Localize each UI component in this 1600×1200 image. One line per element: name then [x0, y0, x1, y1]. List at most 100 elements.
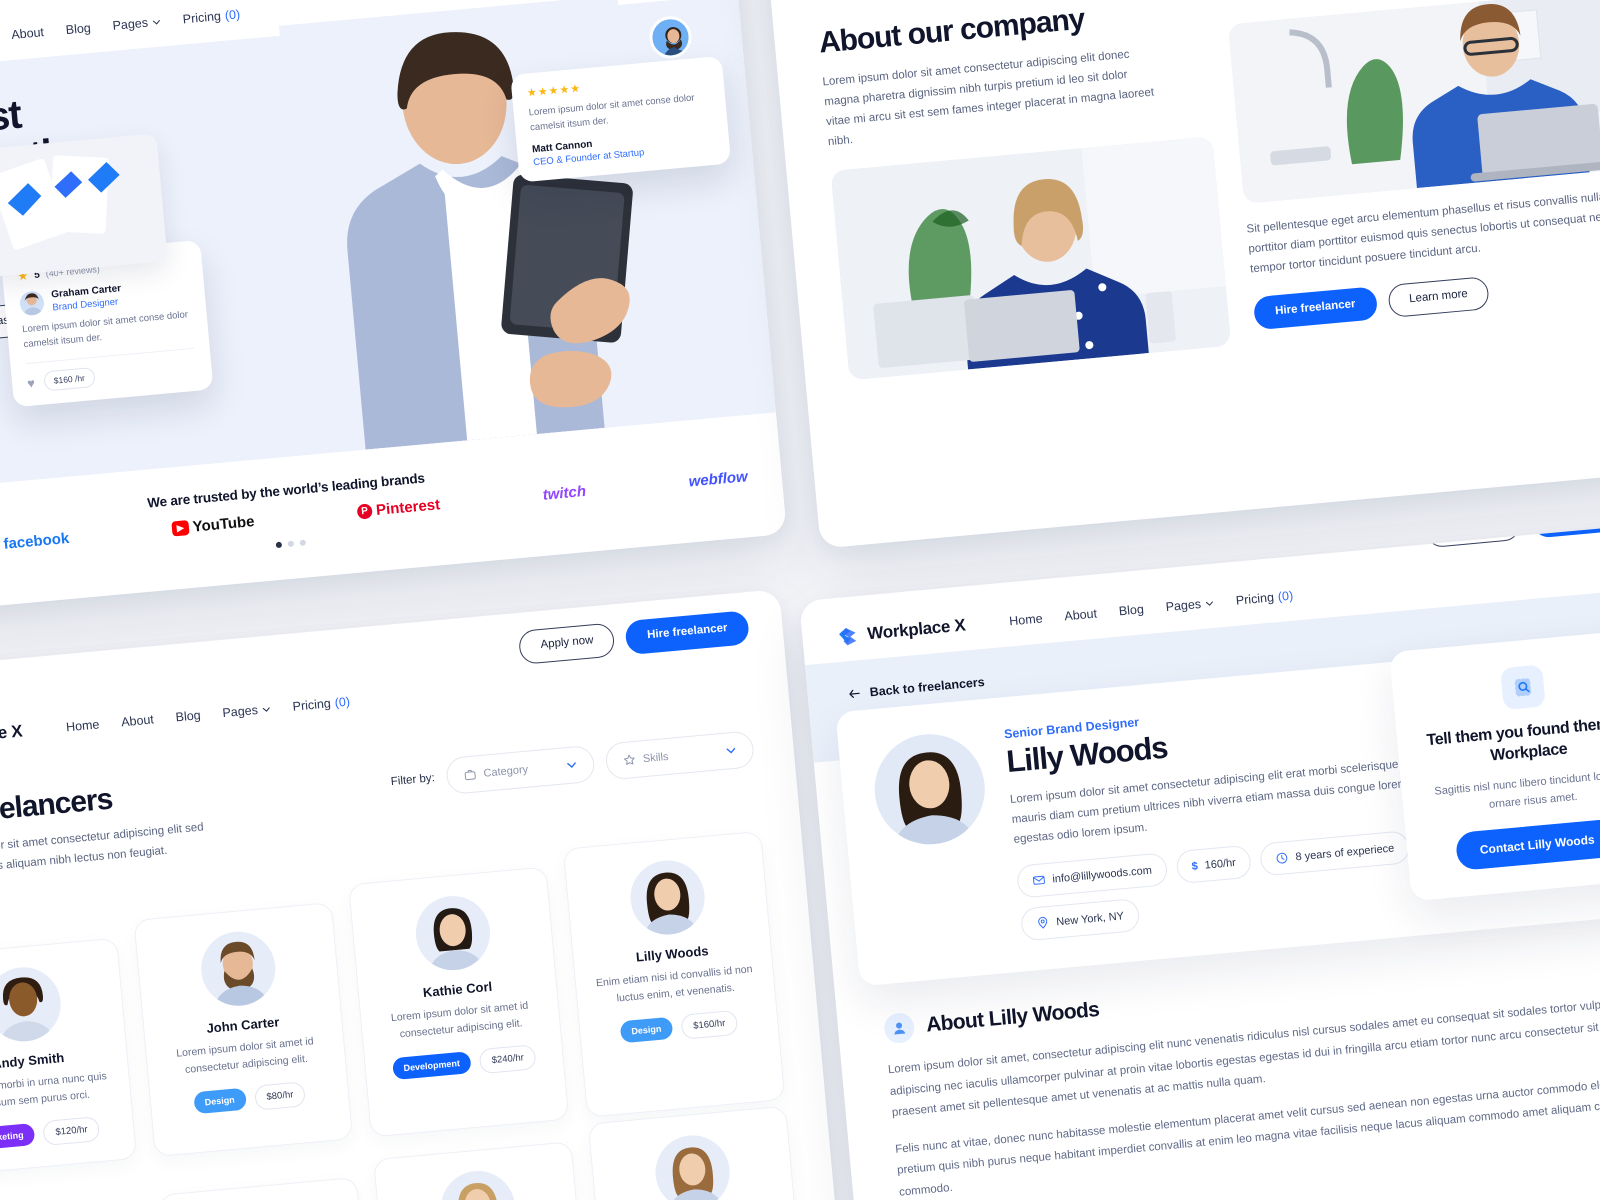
youtube-icon: ▶: [171, 520, 190, 537]
brand-name: Workplace X: [0, 721, 24, 750]
dot-1[interactable]: [275, 541, 283, 549]
freelancer-card[interactable]: [373, 1140, 586, 1200]
category-filter-select[interactable]: Category: [445, 744, 596, 795]
profile-email-chip[interactable]: info@lillywoods.com: [1016, 852, 1169, 900]
mail-icon: [1033, 876, 1045, 886]
nav-item-about[interactable]: About: [121, 712, 155, 729]
freelancers-nav-links: Home About Blog Pages Pricing (0): [65, 695, 350, 735]
freelancer-tag: Development: [391, 1051, 472, 1081]
chevron-down-icon: [262, 706, 270, 712]
heart-icon[interactable]: ♥: [27, 375, 36, 391]
testimonial-card-top: ★★★★★ Lorem ipsum dolor sit amet conse d…: [510, 55, 732, 184]
profile-location: New York, NY: [1055, 910, 1125, 929]
nav-item-pricing[interactable]: Pricing (0): [1235, 589, 1294, 608]
brand-facebook: facebook: [2, 529, 70, 553]
freelancer-rate: $120/hr: [42, 1115, 101, 1146]
profile-email: info@lillywoods.com: [1051, 864, 1153, 886]
avatar: [0, 964, 64, 1045]
freelancer-desc: Enim etiam nisi id convallis id non luct…: [595, 963, 753, 1005]
user-avatar-icon: [883, 1012, 916, 1045]
profile-chips: info@lillywoods.com $ 160/hr 8 years of …: [1016, 828, 1441, 942]
freelancer-tag: Design: [192, 1087, 247, 1115]
brand-pinterest: P Pinterest: [356, 496, 441, 520]
profile-experience: 8 years of experiece: [1295, 842, 1395, 864]
chevron-down-icon: [726, 747, 736, 754]
freelancer-rate: $80/hr: [253, 1080, 307, 1111]
freelancer-card[interactable]: Sophie Moore: [587, 1105, 802, 1200]
nav-item-pages[interactable]: Pages: [112, 14, 162, 33]
dot-2[interactable]: [287, 540, 295, 548]
brand-logo[interactable]: Workplace X: [0, 720, 23, 754]
freelancer-desc: Lorem ipsum dolor sit amet id consectetu…: [390, 999, 529, 1041]
about-paragraph-2: Sit pellentesque eget arcu elementum pha…: [1246, 190, 1600, 276]
rate-pill: $160 /hr: [42, 367, 96, 392]
avatar: [18, 290, 46, 317]
about-learn-more-button[interactable]: Learn more: [1386, 275, 1491, 319]
chevron-down-icon: [152, 19, 160, 25]
about-freelancer-title: About Lilly Woods: [925, 998, 1101, 1037]
nav-item-home[interactable]: Home: [65, 717, 99, 734]
search-card-icon: [1500, 664, 1546, 711]
profile-nav-links: Home About Blog Pages Pricing (0): [1009, 589, 1294, 629]
contact-freelancer-button[interactable]: Contact Lilly Woods: [1455, 818, 1600, 871]
about-hire-button[interactable]: Hire freelancer: [1252, 286, 1378, 331]
brand-logo[interactable]: Workplace X: [836, 614, 967, 648]
nav-item-blog[interactable]: Blog: [1118, 602, 1144, 618]
avatar: [437, 1167, 518, 1200]
about-photo-right: [1227, 0, 1600, 204]
nav-item-about[interactable]: About: [1064, 606, 1098, 623]
screenshot-stage: Apply now Hire freelancer Workplace X Ho…: [0, 0, 1600, 1200]
freelancer-tag: Design: [619, 1016, 674, 1044]
nav-item-blog[interactable]: Blog: [175, 708, 201, 724]
about-company-section: About our company Lorem ipsum dolor sit …: [762, 0, 1600, 549]
dot-3[interactable]: [299, 539, 307, 546]
freelancer-card[interactable]: [158, 1176, 370, 1200]
nav-item-about[interactable]: About: [11, 25, 45, 42]
nav-item-home[interactable]: Home: [1009, 611, 1043, 628]
profile-location-chip: New York, NY: [1019, 898, 1141, 942]
freelancer-card[interactable]: Lilly Woods Enim etiam nisi id convallis…: [562, 830, 786, 1118]
brand-webflow: webflow: [687, 468, 749, 491]
freelancer-card[interactable]: John Carter Lorem ipsum dolor sit amet i…: [133, 902, 354, 1157]
home-nav-links: Home About Blog Pages Pricing(0): [0, 7, 241, 47]
brand-twitch: twitch: [542, 482, 587, 504]
back-label: Back to freelancers: [869, 674, 986, 700]
nav-item-blog[interactable]: Blog: [65, 21, 91, 37]
chevron-down-icon: [1205, 600, 1213, 606]
contact-side-card: Tell them you found them in Workplace Sa…: [1389, 628, 1600, 902]
nav-item-pages[interactable]: Pages: [1165, 596, 1215, 614]
skills-filter-select[interactable]: Skills: [604, 730, 756, 781]
nav-item-pricing[interactable]: Pricing (0): [292, 695, 351, 714]
avatar: [197, 928, 278, 1010]
freelancer-card[interactable]: Andy Smith At donec morbi in urna nunc q…: [0, 937, 138, 1177]
pinterest-icon: P: [356, 503, 373, 520]
brand-youtube: ▶ YouTube: [171, 513, 255, 537]
side-card-text: Sagittis nisl nunc libero tincidunt lobo…: [1433, 767, 1600, 811]
briefcase-icon: [464, 769, 476, 781]
category-filter-value: Category: [483, 763, 529, 780]
side-card-title: Tell them you found them in Workplace: [1425, 714, 1600, 765]
brand-name: Workplace X: [866, 615, 967, 644]
freelancer-rate: $240/hr: [478, 1043, 537, 1074]
nav-item-pages[interactable]: Pages: [222, 702, 272, 720]
panel-about: About our company Lorem ipsum dolor sit …: [762, 0, 1600, 549]
cube-logo-icon: [836, 624, 860, 648]
panel-freelancers: Apply now Hire freelancer Workplace X Ho…: [0, 589, 838, 1200]
avatar: [651, 1131, 733, 1200]
chevron-down-icon: [567, 762, 576, 768]
filter-by-label: Filter by:: [390, 771, 436, 788]
dollar-icon: $: [1191, 860, 1199, 873]
profile-rate: 160/hr: [1204, 856, 1237, 872]
avatar: [626, 857, 708, 938]
freelancer-card[interactable]: Kathie Corl Lorem ipsum dolor sit amet i…: [348, 866, 570, 1138]
star-outline-icon: [623, 754, 635, 765]
hero-avatar-bubble: [647, 14, 694, 61]
about-paragraph: Lorem ipsum dolor sit amet consectetur a…: [822, 48, 1155, 149]
pin-icon: [1038, 917, 1048, 930]
portfolio-thumb: [0, 133, 168, 278]
nav-item-pricing[interactable]: Pricing (0): [182, 7, 241, 26]
freelancers-filters: Filter by: Category Skills: [389, 724, 756, 800]
skills-filter-value: Skills: [642, 750, 669, 765]
freelancer-rate: $160/hr: [680, 1009, 739, 1040]
profile-experience-chip: 8 years of experiece: [1259, 830, 1411, 877]
